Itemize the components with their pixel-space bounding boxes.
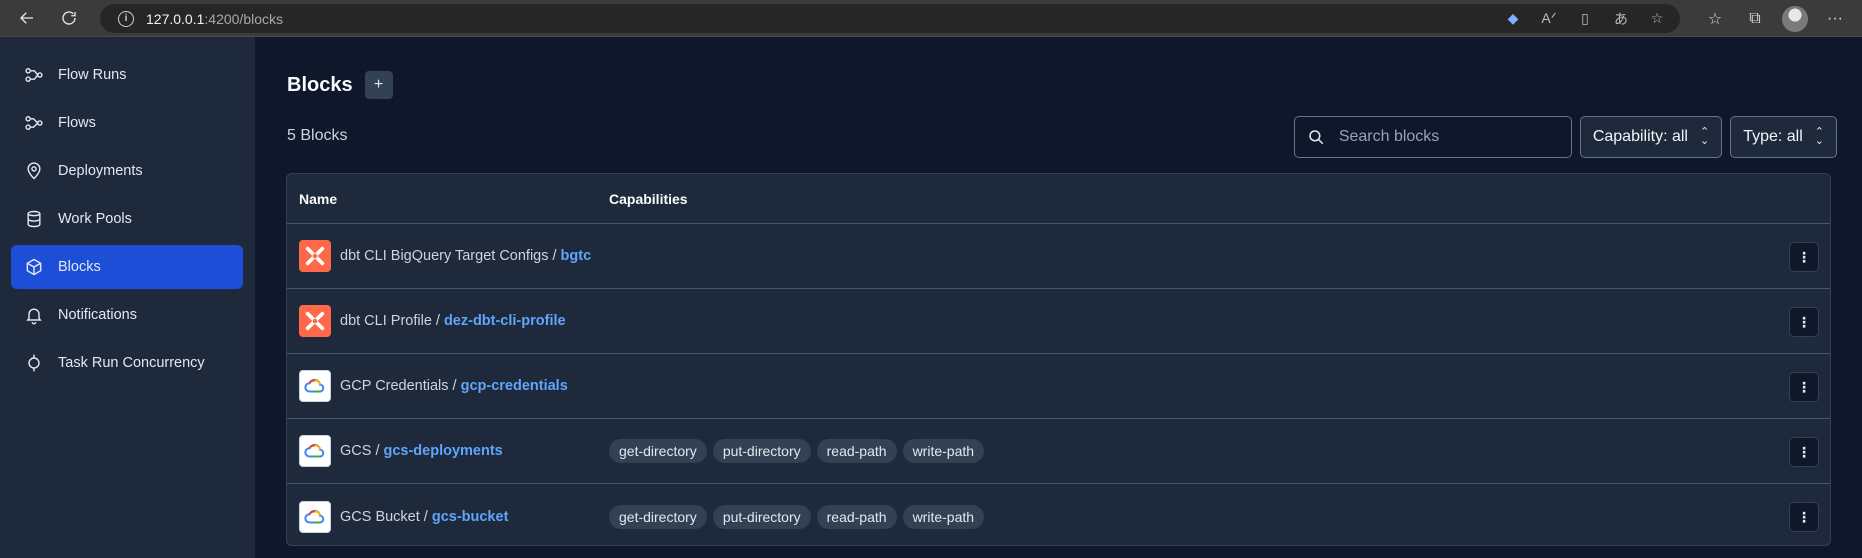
capability-tag: get-directory [609,439,707,463]
back-button[interactable] [9,0,45,36]
sidebar-item-work-pools[interactable]: Work Pools [11,197,243,241]
page-title: Blocks [287,73,353,96]
table-row: GCP Credentials / gcp-credentials ⋮ [287,354,1830,419]
read-aloud-icon[interactable]: Aᐟ [1536,6,1562,32]
block-name-link[interactable]: gcs-bucket [432,509,509,525]
block-name-link[interactable]: dez-dbt-cli-profile [444,313,566,329]
block-name-link[interactable]: gcs-deployments [383,443,502,459]
block-type: GCS Bucket / [340,508,428,525]
google-cloud-logo-icon [299,370,331,402]
sidebar-item-label: Work Pools [58,211,132,227]
row-menu-button[interactable]: ⋮ [1789,307,1819,337]
bell-icon [26,308,42,325]
dbt-logo-icon [299,240,331,272]
search-box[interactable] [1293,116,1572,158]
info-icon[interactable]: i [118,10,134,27]
search-icon [1309,130,1324,145]
row-menu-button[interactable]: ⋮ [1789,372,1819,402]
main-content: Blocks + 5 Blocks Capability: all ⌃⌄ Typ… [255,37,1862,558]
back-arrow-icon [20,12,33,24]
sidebar-item-flow-runs[interactable]: Flow Runs [11,53,243,97]
row-menu-button[interactable]: ⋮ [1789,437,1819,467]
url-path: :4200/blocks [204,10,283,27]
dbt-logo-icon [299,305,331,337]
blocks-table: Name Capabilities dbt CLI BigQuery Targe… [286,173,1831,546]
browser-toolbar: i 127.0.0.1:4200/blocks ◆ Aᐟ ▯ あ ☆ ☆ ⧉ ·… [0,0,1862,37]
tag-icon[interactable]: ◆ [1500,6,1526,32]
capability-filter-value: Capability: all [1592,128,1688,145]
column-header-capabilities: Capabilities [609,190,688,207]
block-name-link[interactable]: gcp-credentials [461,378,568,394]
filter-bar: Capability: all ⌃⌄ Type: all ⌃⌄ [1293,116,1837,158]
add-block-button[interactable]: + [364,71,393,99]
concurrency-icon [28,354,40,372]
table-header: Name Capabilities [287,174,1830,224]
profile-avatar[interactable] [1782,5,1808,32]
address-bar[interactable]: i 127.0.0.1:4200/blocks ◆ Aᐟ ▯ あ ☆ [100,4,1680,33]
sidebar: Flow Runs Flows Deployments Work Pools B… [0,37,255,558]
sidebar-item-label: Task Run Concurrency [58,355,205,371]
table-row: dbt CLI BigQuery Target Configs / bgtc ⋮ [287,224,1830,289]
google-cloud-logo-icon [299,500,331,533]
capability-tag: read-path [816,439,897,463]
block-type: dbt CLI Profile / [340,313,440,329]
block-name-link[interactable]: bgtc [561,248,592,264]
block-type: GCS / [340,443,380,459]
sidebar-item-deployments[interactable]: Deployments [11,149,243,193]
sidebar-item-flows[interactable]: Flows [11,101,243,145]
capabilities-list: get-directory put-directory read-path wr… [609,439,985,463]
table-row: dbt CLI Profile / dez-dbt-cli-profile ⋮ [287,289,1830,354]
favorite-star-icon[interactable]: ☆ [1644,6,1670,32]
block-type: dbt CLI BigQuery Target Configs / [340,248,557,264]
table-row: GCS / gcs-deployments get-directory put-… [287,419,1830,484]
url-host: 127.0.0.1 [146,10,205,27]
collections-icon[interactable]: ⧉ [1742,6,1768,32]
flows-icon [25,116,43,130]
translate-icon[interactable]: あ [1608,6,1634,32]
sidebar-item-notifications[interactable]: Notifications [11,293,243,337]
sidebar-item-label: Deployments [58,163,143,179]
capability-tag: write-path [902,439,985,463]
sidebar-item-label: Flows [58,115,96,131]
capability-tag: write-path [902,504,985,529]
sidebar-item-label: Notifications [58,307,137,323]
flow-runs-icon [25,68,43,82]
type-filter-select[interactable]: Type: all ⌃ ⌄ [1730,116,1837,158]
reader-view-icon[interactable]: ▯ [1572,6,1598,32]
type-filter-value: Type: all [1743,128,1803,145]
database-icon [27,210,41,228]
google-cloud-logo-icon [299,435,331,467]
search-input[interactable] [1338,128,1539,146]
sidebar-item-task-run-concurrency[interactable]: Task Run Concurrency [11,341,243,385]
sidebar-item-label: Blocks [58,259,101,275]
block-type: GCP Credentials / [340,378,457,394]
chevron-up-down-icon: ⌃ ⌄ [1699,126,1710,147]
sidebar-item-blocks[interactable]: Blocks [11,245,243,289]
reload-icon [62,11,76,25]
row-menu-button[interactable]: ⋮ [1789,242,1819,272]
map-pin-icon [27,162,41,180]
capability-tag: read-path [816,504,897,529]
sidebar-item-label: Flow Runs [58,67,127,83]
capabilities-list: get-directory put-directory read-path wr… [609,504,985,529]
capability-tag: put-directory [712,504,811,529]
block-count: 5 Blocks [287,127,348,144]
capability-filter-select[interactable]: Capability: all ⌃ ⌄ [1579,116,1723,158]
table-row: GCS Bucket / gcs-bucket get-directory pu… [287,484,1830,545]
capability-tag: put-directory [712,439,811,463]
capability-tag: get-directory [609,504,707,529]
more-menu-icon[interactable]: ··· [1822,6,1848,32]
row-menu-button[interactable]: ⋮ [1789,502,1819,532]
chevron-up-down-icon: ⌃ ⌄ [1814,126,1824,147]
reload-button[interactable] [51,0,87,36]
column-header-name: Name [299,190,338,207]
favorites-icon[interactable]: ☆ [1702,6,1728,32]
cube-icon [26,258,42,276]
